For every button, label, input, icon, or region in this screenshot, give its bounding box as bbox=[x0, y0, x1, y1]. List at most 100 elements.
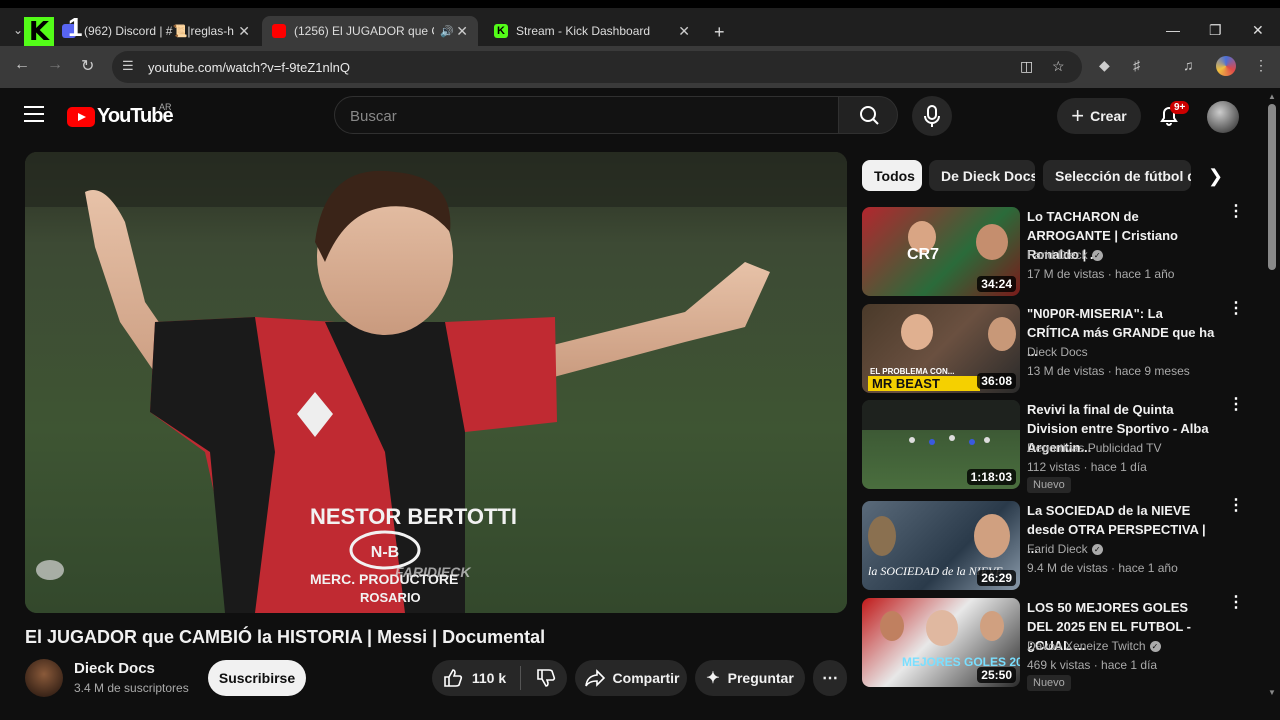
play-logo-icon bbox=[67, 106, 95, 127]
new-tab-icon[interactable]: + bbox=[714, 22, 725, 43]
shirt-logo-text: N-B bbox=[371, 544, 399, 561]
tab-title: (962) Discord | #📜|reglas-ha bbox=[84, 24, 234, 38]
duration-badge: 34:24 bbox=[977, 276, 1016, 292]
rec-channel[interactable]: Dieck Docs bbox=[1027, 345, 1088, 359]
like-button[interactable]: 110 k bbox=[442, 667, 506, 689]
profile-icon[interactable] bbox=[1216, 56, 1236, 76]
recommendation-item[interactable]: 1:18:03 Revivi la final de Quinta Divisi… bbox=[862, 397, 1252, 493]
rec-channel[interactable]: Farid Dieck ✓ bbox=[1027, 542, 1103, 556]
menu-icon[interactable] bbox=[24, 106, 44, 127]
site-info-icon[interactable]: ☰ bbox=[122, 58, 134, 74]
more-vert-icon[interactable]: ⋮ bbox=[1228, 204, 1244, 220]
video-thumbnail[interactable]: MEJORES GOLES 2025 25:50 bbox=[862, 598, 1020, 687]
chevron-right-icon[interactable]: ❯ bbox=[1208, 166, 1223, 187]
more-vert-icon[interactable]: ⋮ bbox=[1228, 498, 1244, 514]
thumbs-down-icon[interactable] bbox=[535, 667, 557, 689]
channel-name[interactable]: Dieck Docs bbox=[74, 660, 155, 677]
more-vert-icon[interactable]: ⋮ bbox=[1228, 301, 1244, 317]
notifications-count-badge: 9+ bbox=[1170, 101, 1190, 114]
video-thumbnail[interactable]: EL PROBLEMA CON... MR BEAST 36:08 bbox=[862, 304, 1020, 393]
divider bbox=[520, 666, 522, 690]
voice-search-button[interactable] bbox=[912, 96, 952, 136]
rec-meta: 9.4 M de vistas · hace 1 año bbox=[1027, 561, 1178, 575]
youtube-header: YouTube AR Buscar + Crear 9+ bbox=[0, 88, 1280, 144]
thumb-sub-text: EL PROBLEMA CON... bbox=[870, 367, 954, 376]
like-count: 110 k bbox=[471, 670, 507, 686]
chip-seleccion[interactable]: Selección de fútbol de bbox=[1043, 160, 1191, 191]
channel-avatar[interactable] bbox=[25, 659, 63, 697]
user-avatar[interactable] bbox=[1207, 101, 1239, 133]
scroll-down-icon[interactable]: ▼ bbox=[1268, 688, 1276, 697]
search-icon bbox=[860, 106, 879, 125]
chip-todos[interactable]: Todos bbox=[862, 160, 922, 191]
video-thumbnail[interactable]: CR7 34:24 bbox=[862, 207, 1020, 296]
url-text[interactable]: youtube.com/watch?v=f-9teZ1nlnQ bbox=[148, 60, 350, 75]
video-player[interactable]: NESTOR BERTOTTI N-B MERC. PRODUCTORE ROS… bbox=[25, 152, 847, 613]
close-tab-icon[interactable]: ✕ bbox=[238, 23, 250, 40]
ask-label: Preguntar bbox=[727, 670, 794, 686]
video-title: El JUGADOR que CAMBIÓ la HISTORIA | Mess… bbox=[25, 627, 546, 647]
reload-icon[interactable]: ↻ bbox=[81, 56, 94, 76]
forward-icon[interactable]: → bbox=[47, 56, 63, 74]
overlay-badge: 1 bbox=[68, 12, 83, 42]
close-window-icon[interactable]: ✕ bbox=[1252, 22, 1264, 39]
duration-badge: 26:29 bbox=[977, 570, 1016, 586]
new-badge: Nuevo bbox=[1027, 477, 1071, 493]
shirt-sponsor-text: NESTOR BERTOTTI bbox=[310, 504, 517, 529]
browser-tabstrip: ⌄ (962) Discord | #📜|reglas-ha ✕ (1256) … bbox=[0, 0, 1280, 47]
rec-channel-name: Farid Dieck bbox=[1027, 542, 1088, 556]
share-button[interactable]: Compartir bbox=[575, 660, 687, 696]
close-tab-icon[interactable]: ✕ bbox=[456, 23, 468, 40]
rec-channel-name: Deportivas Publicidad TV bbox=[1027, 441, 1162, 455]
media-control-icon[interactable]: ♫ bbox=[1183, 57, 1194, 73]
rec-channel[interactable]: Deportivas Publicidad TV bbox=[1027, 441, 1162, 455]
tab-kick[interactable]: K Stream - Kick Dashboard ✕ bbox=[484, 16, 700, 46]
maximize-icon[interactable]: ❐ bbox=[1209, 22, 1222, 39]
sparkle-icon: ✦ bbox=[706, 670, 720, 687]
search-button[interactable] bbox=[838, 96, 898, 134]
verified-icon: ✓ bbox=[1149, 641, 1161, 653]
speaker-icon[interactable]: 🔊 bbox=[440, 25, 454, 38]
kick-overlay-logo: K bbox=[24, 17, 54, 47]
recommendation-item[interactable]: la SOCIEDAD de la NIEVE 26:29 La SOCIEDA… bbox=[862, 498, 1252, 593]
mic-icon bbox=[924, 105, 940, 127]
thumb-text: MR BEAST bbox=[872, 376, 940, 391]
more-vert-icon[interactable]: ⋮ bbox=[1228, 397, 1244, 413]
region-code: AR bbox=[159, 102, 172, 112]
search-input[interactable]: Buscar bbox=[334, 96, 839, 134]
close-tab-icon[interactable]: ✕ bbox=[678, 23, 690, 40]
browser-toolbar: ← → ↻ ☰ youtube.com/watch?v=f-9teZ1nlnQ … bbox=[0, 46, 1280, 88]
more-actions-button[interactable]: ⋯ bbox=[813, 660, 847, 696]
puzzle-extensions-icon[interactable]: ♯ bbox=[1133, 57, 1140, 73]
create-label: Crear bbox=[1090, 108, 1127, 124]
extension-icon[interactable]: ◆ bbox=[1099, 57, 1110, 74]
rec-meta: 112 vistas · hace 1 día bbox=[1027, 460, 1147, 474]
create-button[interactable]: + Crear bbox=[1057, 98, 1141, 134]
recommendation-item[interactable]: MEJORES GOLES 2025 25:50 LOS 50 MEJORES … bbox=[862, 595, 1252, 691]
verified-icon: ✓ bbox=[1091, 250, 1103, 262]
install-app-icon[interactable]: ◫ bbox=[1020, 58, 1033, 75]
browser-menu-icon[interactable]: ⋮ bbox=[1254, 57, 1268, 74]
scroll-up-icon[interactable]: ▲ bbox=[1268, 92, 1276, 101]
subscribe-button[interactable]: Suscribirse bbox=[208, 660, 306, 696]
recommendation-item[interactable]: CR7 34:24 Lo TACHARON de ARROGANTE | Cri… bbox=[862, 204, 1252, 299]
ask-button[interactable]: ✦ Preguntar bbox=[695, 660, 805, 696]
page-scrollbar[interactable] bbox=[1268, 104, 1276, 270]
tab-discord[interactable]: (962) Discord | #📜|reglas-ha ✕ bbox=[52, 16, 260, 46]
rec-meta: 13 M de vistas · hace 9 meses bbox=[1027, 364, 1190, 378]
more-vert-icon[interactable]: ⋮ bbox=[1228, 595, 1244, 611]
bookmark-star-icon[interactable]: ☆ bbox=[1052, 58, 1065, 75]
address-bar[interactable]: ☰ youtube.com/watch?v=f-9teZ1nlnQ ◫ ☆ bbox=[112, 51, 1082, 83]
video-thumbnail[interactable]: 1:18:03 bbox=[862, 400, 1020, 489]
tab-youtube[interactable]: (1256) El JUGADOR que CAMBI 🔊 ✕ bbox=[262, 16, 478, 46]
rec-channel[interactable]: Farid Dieck ✓ bbox=[1027, 248, 1103, 262]
back-icon[interactable]: ← bbox=[14, 56, 30, 74]
share-label: Compartir bbox=[612, 670, 680, 686]
recommendation-item[interactable]: EL PROBLEMA CON... MR BEAST 36:08 "N0P0R… bbox=[862, 301, 1252, 396]
video-thumbnail[interactable]: la SOCIEDAD de la NIEVE 26:29 bbox=[862, 501, 1020, 590]
youtube-logo[interactable]: YouTube bbox=[67, 105, 174, 128]
minimize-icon[interactable]: — bbox=[1166, 22, 1180, 38]
shirt-city-text: ROSARIO bbox=[360, 590, 421, 605]
chip-channel[interactable]: De Dieck Docs bbox=[929, 160, 1035, 191]
rec-channel[interactable]: Davoo Xeneize Twitch ✓ bbox=[1027, 639, 1161, 653]
